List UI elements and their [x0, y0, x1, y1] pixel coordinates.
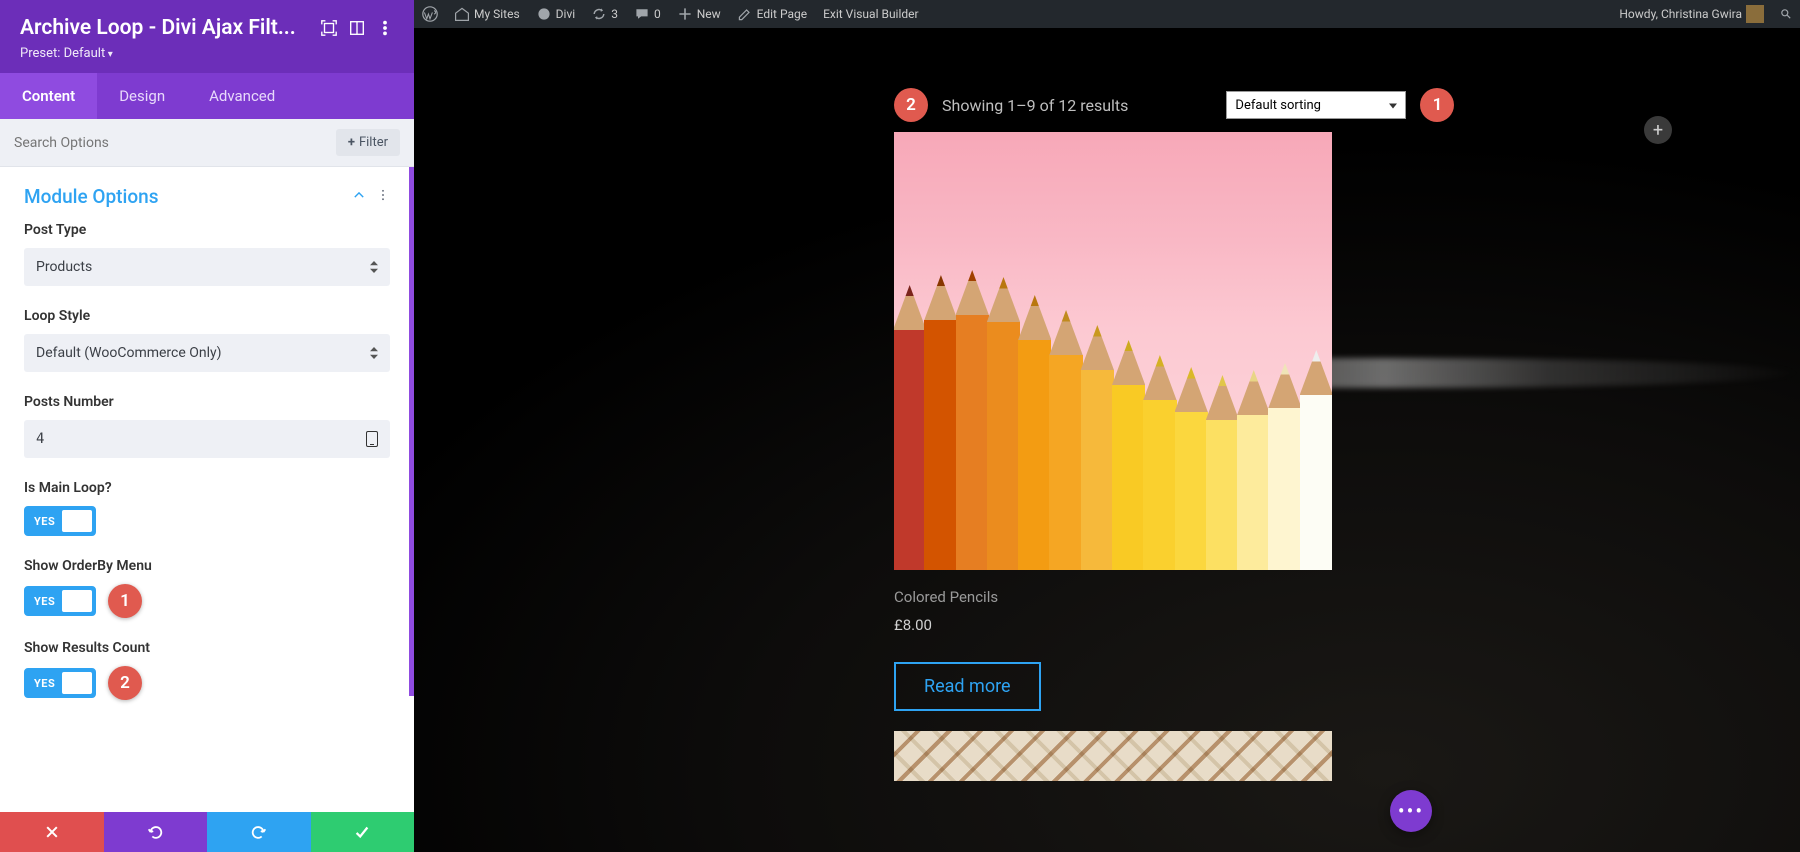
show-orderby-label: Show OrderBy Menu [24, 558, 390, 574]
post-type-select[interactable]: Products [24, 248, 390, 286]
sort-value: Default sorting [1235, 98, 1321, 113]
toggle-yes-label: YES [26, 515, 55, 528]
module-settings-sidebar: Archive Loop - Divi Ajax Filt... Preset:… [0, 0, 414, 852]
toggle-yes-label: YES [26, 595, 55, 608]
filter-label: Filter [359, 135, 388, 150]
post-type-label: Post Type [24, 222, 390, 238]
filter-button[interactable]: Filter [336, 129, 400, 156]
tab-content[interactable]: Content [0, 73, 97, 119]
edit-page-label: Edit Page [757, 7, 807, 21]
layout-icon[interactable] [348, 19, 366, 37]
page-preview: 2 Showing 1–9 of 12 results Default sort… [414, 28, 1800, 852]
preset-selector[interactable]: Preset: Default [20, 46, 394, 61]
product-title: Colored Pencils [894, 588, 1332, 606]
loop-style-label: Loop Style [24, 308, 390, 324]
options-search-input[interactable] [14, 135, 336, 151]
read-more-button[interactable]: Read more [894, 662, 1041, 711]
posts-number-label: Posts Number [24, 394, 390, 410]
settings-tabs: Content Design Advanced [0, 73, 414, 119]
field-post-type: Post Type Products [24, 222, 390, 286]
is-main-loop-label: Is Main Loop? [24, 480, 390, 496]
sidebar-footer [0, 812, 414, 852]
show-results-toggle[interactable]: YES [24, 668, 96, 698]
field-show-orderby: Show OrderBy Menu YES 1 [24, 558, 390, 618]
product-price: £8.00 [894, 616, 1332, 634]
sort-select[interactable]: Default sorting [1226, 91, 1406, 119]
updates-link[interactable]: 3 [583, 0, 626, 28]
edit-page-link[interactable]: Edit Page [729, 0, 815, 28]
show-orderby-toggle[interactable]: YES [24, 586, 96, 616]
annotation-badge-2b: 2 [894, 88, 928, 122]
annotation-badge-1: 1 [108, 584, 142, 618]
expand-icon[interactable] [320, 19, 338, 37]
add-section-button[interactable]: + [1644, 116, 1672, 144]
cancel-button[interactable] [0, 812, 104, 852]
results-count-text: Showing 1–9 of 12 results [942, 96, 1128, 115]
site-name-label: Divi [556, 7, 576, 21]
my-sites-label: My Sites [474, 7, 520, 21]
settings-body: Module Options Post Type Products Loop S… [0, 167, 414, 812]
wp-logo[interactable] [414, 0, 446, 28]
field-is-main-loop: Is Main Loop? YES [24, 480, 390, 536]
save-button[interactable] [311, 812, 415, 852]
loop-style-value: Default (WooCommerce Only) [24, 334, 390, 372]
posts-number-input[interactable]: 4 [24, 420, 390, 458]
collapse-icon[interactable] [352, 187, 366, 206]
field-show-results: Show Results Count YES 2 [24, 640, 390, 700]
new-label: New [697, 7, 721, 21]
post-type-value: Products [24, 248, 390, 286]
avatar [1746, 5, 1764, 23]
exit-visual-builder-link[interactable]: Exit Visual Builder [815, 0, 927, 28]
loop-style-select[interactable]: Default (WooCommerce Only) [24, 334, 390, 372]
annotation-badge-1b: 1 [1420, 88, 1454, 122]
posts-number-value: 4 [36, 431, 44, 447]
is-main-loop-toggle[interactable]: YES [24, 506, 96, 536]
module-title: Archive Loop - Divi Ajax Filt... [20, 16, 310, 40]
updates-count: 3 [611, 7, 618, 21]
comments-count: 0 [654, 7, 661, 21]
sidebar-header: Archive Loop - Divi Ajax Filt... Preset:… [0, 0, 414, 73]
product-card: Colored Pencils £8.00 Read more [894, 132, 1332, 781]
redo-button[interactable] [207, 812, 311, 852]
tab-advanced[interactable]: Advanced [187, 73, 297, 119]
section-title: Module Options [24, 185, 352, 208]
field-loop-style: Loop Style Default (WooCommerce Only) [24, 308, 390, 372]
tab-design[interactable]: Design [97, 73, 187, 119]
site-name-link[interactable]: Divi [528, 0, 584, 28]
next-product-image[interactable] [894, 731, 1332, 781]
my-sites-link[interactable]: My Sites [446, 0, 528, 28]
admin-search[interactable] [1772, 0, 1800, 28]
field-posts-number: Posts Number 4 [24, 394, 390, 458]
product-image[interactable] [894, 132, 1332, 570]
howdy-link[interactable]: Howdy, Christina Gwira [1611, 0, 1772, 28]
section-menu-icon[interactable] [376, 187, 390, 206]
howdy-label: Howdy, Christina Gwira [1619, 7, 1742, 21]
new-link[interactable]: New [669, 0, 729, 28]
options-search-bar: Filter [0, 119, 414, 167]
kebab-menu-icon[interactable] [376, 19, 394, 37]
responsive-icon[interactable] [366, 431, 378, 447]
comments-link[interactable]: 0 [626, 0, 669, 28]
wp-admin-bar: My Sites Divi 3 0 New Edit Page Exit Vis… [414, 0, 1800, 28]
toggle-yes-label: YES [26, 677, 55, 690]
undo-button[interactable] [104, 812, 208, 852]
show-results-label: Show Results Count [24, 640, 390, 656]
exit-vb-label: Exit Visual Builder [823, 7, 919, 21]
module-actions-fab[interactable]: ••• [1390, 790, 1432, 832]
annotation-badge-2: 2 [108, 666, 142, 700]
